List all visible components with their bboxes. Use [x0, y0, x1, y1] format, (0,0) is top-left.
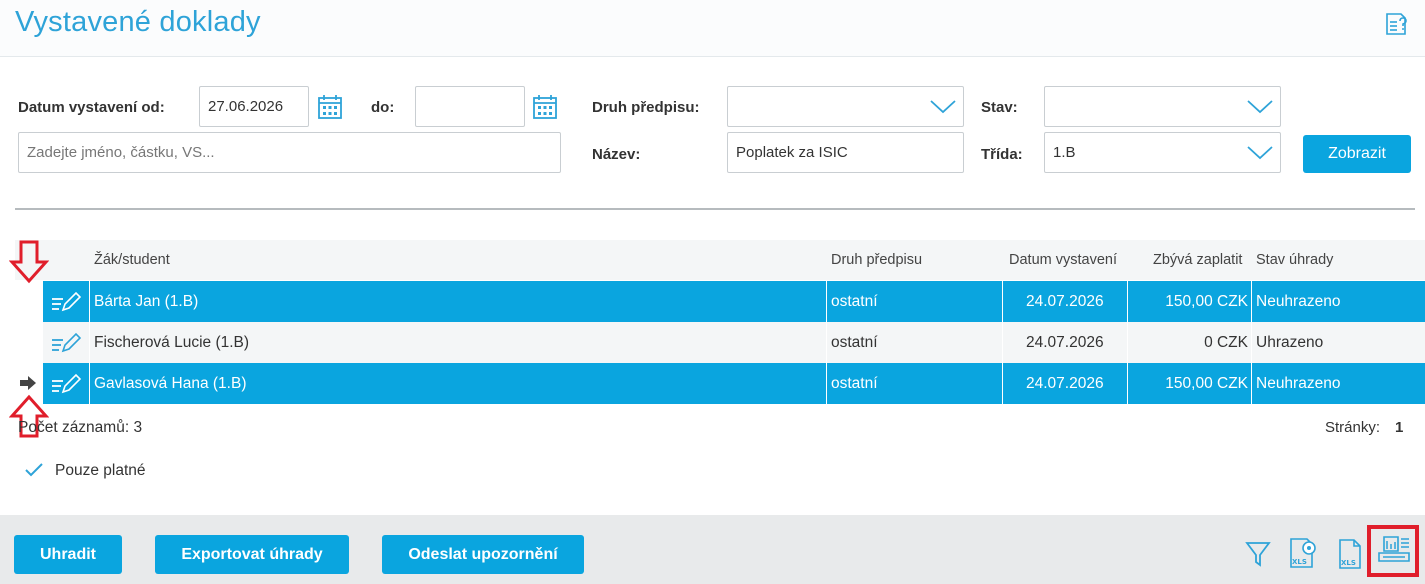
name-input[interactable] [727, 132, 964, 173]
payment-status: Neuhrazeno [1256, 375, 1341, 392]
student-name[interactable]: Fischerová Lucie (1.B) [94, 322, 249, 363]
chevron-down-icon [1247, 146, 1273, 160]
edit-icon[interactable] [49, 289, 81, 313]
status-label: Stav: [981, 99, 1018, 116]
edit-icon[interactable] [49, 371, 81, 395]
column-header-status[interactable]: Stav úhrady [1256, 252, 1333, 268]
column-header-remaining[interactable]: Zbývá zaplatit [1153, 252, 1242, 268]
pay-button[interactable]: Uhradit [14, 535, 122, 574]
calendar-icon[interactable] [317, 94, 343, 120]
chevron-down-icon [1247, 100, 1273, 114]
divider [15, 208, 1415, 210]
filter-icon[interactable] [1245, 540, 1271, 568]
table-row[interactable]: Fischerová Lucie (1.B) ostatní 24.07.202… [15, 322, 1425, 363]
search-input[interactable] [18, 132, 561, 173]
student-name[interactable]: Bárta Jan (1.B) [94, 281, 198, 322]
help-document-icon[interactable] [1382, 10, 1410, 38]
calendar-icon[interactable] [532, 94, 558, 120]
remaining-amount: 150,00 CZK [1165, 293, 1248, 310]
prescription-type-label: Druh předpisu: [592, 99, 700, 116]
chevron-down-icon [930, 100, 956, 114]
table-row[interactable]: Gavlasová Hana (1.B) ostatní 24.07.2026 … [15, 363, 1425, 404]
annotation-highlight-box [1367, 525, 1419, 577]
page-header: Vystavené doklady [0, 0, 1425, 57]
only-valid-label[interactable]: Pouze platné [55, 462, 146, 480]
payment-status: Uhrazeno [1256, 334, 1324, 351]
remaining-amount: 0 CZK [1204, 334, 1248, 351]
prescription-type: ostatní [831, 375, 878, 392]
prescription-type: ostatní [831, 334, 878, 351]
page-title: Vystavené doklady [15, 6, 261, 38]
checkmark-icon[interactable] [24, 462, 44, 478]
student-name[interactable]: Gavlasová Hana (1.B) [94, 363, 247, 404]
class-label: Třída: [981, 146, 1023, 163]
date-from-input[interactable] [199, 86, 309, 127]
xls-export-icon[interactable]: XLS [1336, 538, 1364, 570]
payment-status: Neuhrazeno [1256, 293, 1341, 310]
edit-icon[interactable] [49, 330, 81, 354]
current-row-arrow-icon [20, 376, 36, 390]
issue-date: 24.07.2026 [1026, 293, 1104, 310]
send-reminder-button[interactable]: Odeslat upozornění [382, 535, 584, 574]
class-value: 1.B [1053, 144, 1076, 161]
pages-label: Stránky: [1325, 419, 1381, 436]
remaining-amount: 150,00 CZK [1165, 375, 1248, 392]
page-number[interactable]: 1 [1395, 419, 1403, 436]
prescription-type: ostatní [831, 293, 878, 310]
column-header-student[interactable]: Žák/student [94, 252, 170, 268]
export-payments-button[interactable]: Exportovat úhrady [155, 535, 349, 574]
date-to-label: do: [371, 99, 395, 116]
xls-settings-icon[interactable]: XLS [1286, 536, 1320, 570]
annotation-arrow-down-icon [9, 240, 49, 284]
issue-date: 24.07.2026 [1026, 334, 1104, 351]
svg-text:XLS: XLS [1292, 558, 1307, 566]
svg-text:XLS: XLS [1341, 559, 1356, 567]
date-from-label: Datum vystavení od: [18, 99, 165, 116]
table-row[interactable]: Bárta Jan (1.B) ostatní 24.07.2026 150,0… [15, 281, 1425, 322]
date-to-input[interactable] [415, 86, 525, 127]
show-button[interactable]: Zobrazit [1303, 135, 1411, 173]
column-header-type[interactable]: Druh předpisu [831, 252, 922, 268]
column-header-date[interactable]: Datum vystavení [1009, 252, 1117, 268]
issue-date: 24.07.2026 [1026, 375, 1104, 392]
record-count: Počet záznamů: 3 [18, 419, 143, 436]
name-label: Název: [592, 146, 641, 163]
grid-header: Žák/student Druh předpisu Datum vystaven… [15, 240, 1425, 280]
